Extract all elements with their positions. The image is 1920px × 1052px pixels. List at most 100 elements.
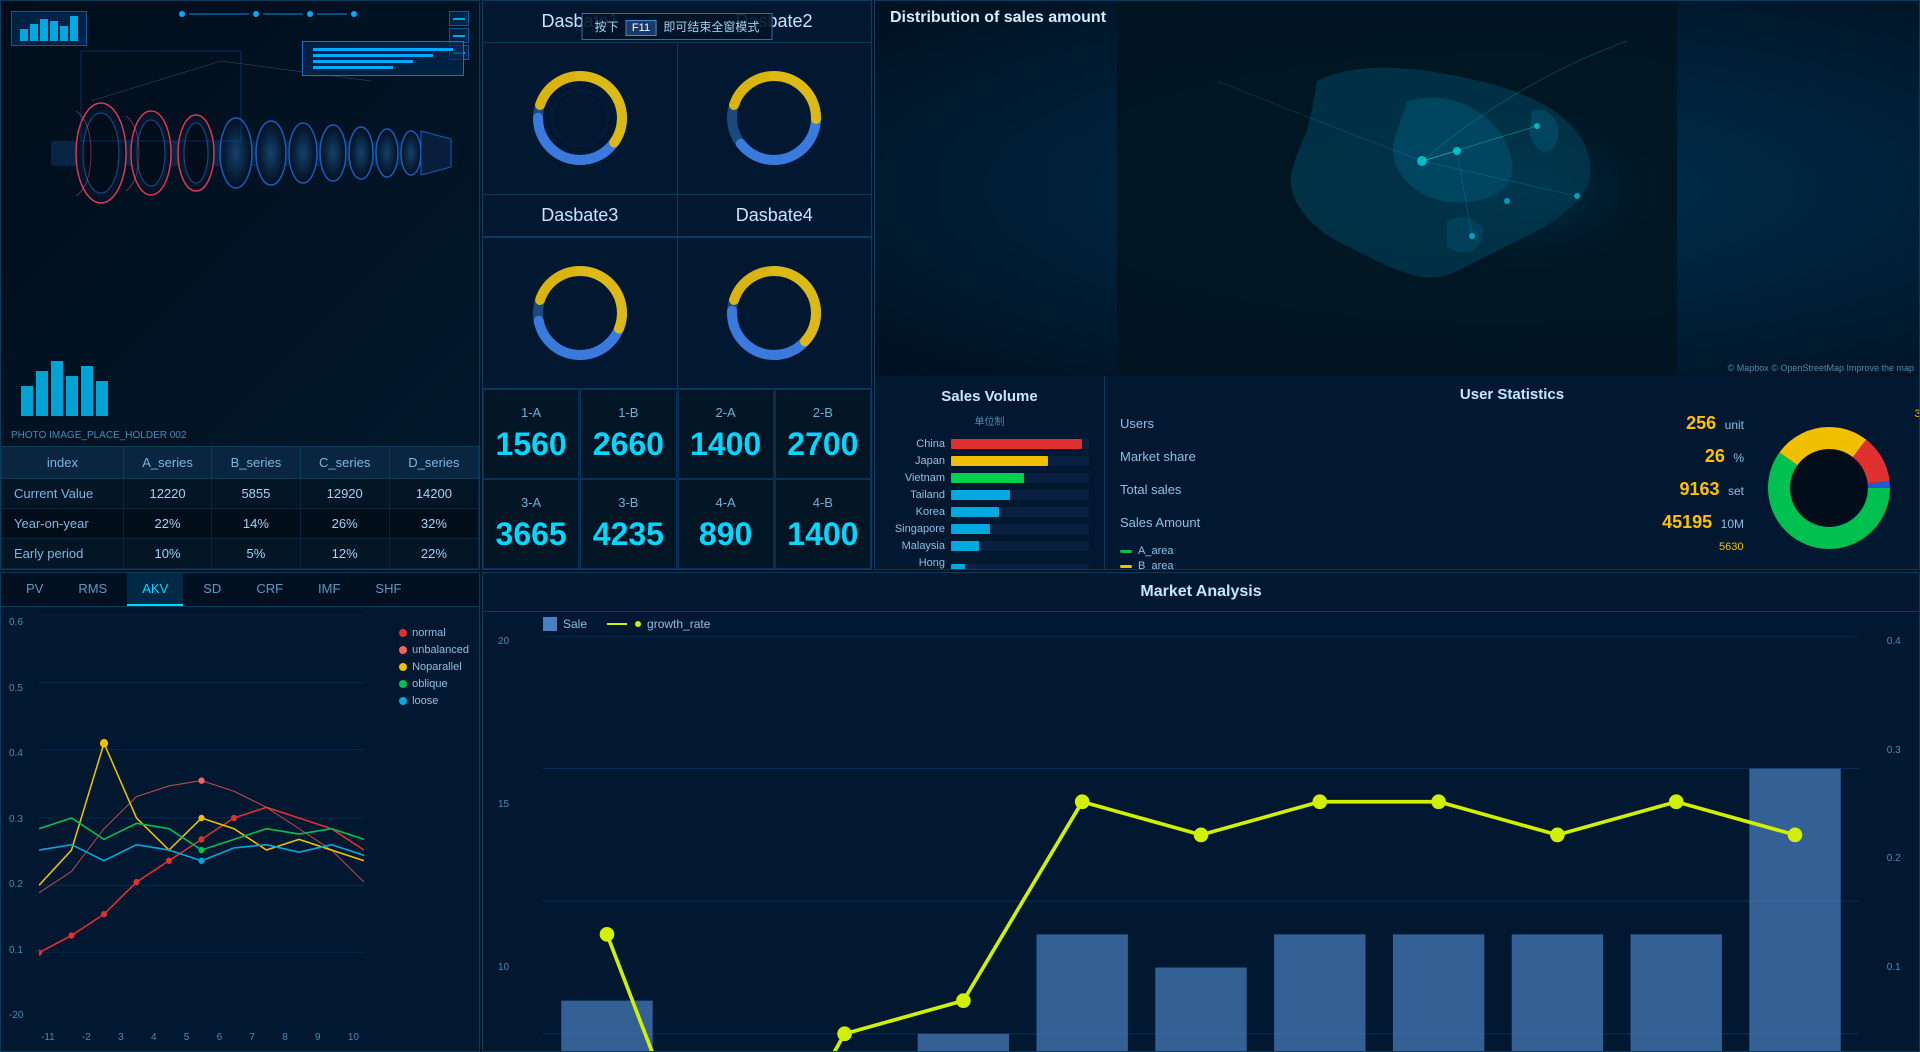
legend-label-sale: Sale (563, 617, 587, 631)
legend-dot-a (1120, 550, 1132, 553)
dot-1 (179, 11, 185, 17)
bar-track-hk (951, 564, 1089, 570)
num-label-6: 4-A (716, 495, 736, 510)
num-label-1: 1-B (618, 405, 638, 420)
mini-bar-3 (51, 361, 63, 416)
market-svg (543, 636, 1859, 1052)
tab-shf[interactable]: SHF (360, 573, 416, 606)
market-analysis-panel: Market Analysis Sale growth_rate 20 15 1… (482, 572, 1920, 1052)
legend-line-growth (607, 623, 627, 625)
donut-label-5630: 5630 (1719, 541, 1743, 553)
gauge-cell-1 (483, 43, 678, 194)
tip-suffix: 即可结束全窗模式 (663, 20, 759, 34)
country-row-china: China (890, 438, 1089, 450)
tab-imf[interactable]: IMF (303, 573, 355, 606)
country-japan: Japan (890, 455, 945, 467)
bar-track-japan (951, 456, 1089, 466)
y-right-0.3: 0.3 (1887, 745, 1904, 756)
num-value-3: 2700 (787, 426, 858, 463)
y-0.2: 0.2 (9, 879, 23, 890)
chart-legend: normal unbalanced Noparallel oblique loo… (399, 627, 469, 707)
x-3: 3 (118, 1032, 124, 1043)
mini-bar-5 (81, 366, 93, 416)
legend-dot-b (1120, 565, 1132, 568)
x-10: 10 (348, 1032, 359, 1043)
legend-item-b: B_area (1120, 560, 1744, 570)
legend-dot-unbalanced (399, 646, 407, 654)
y-right-0.4: 0.4 (1887, 636, 1904, 647)
stat-value-sales: 9163 (1679, 479, 1719, 499)
legend-label-unbalanced: unbalanced (412, 644, 469, 656)
legend-box-sale (543, 617, 557, 631)
tab-bar: PV RMS AKV SD CRF IMF SHF (1, 573, 479, 607)
legend-dot-noparallel (399, 663, 407, 671)
donut-svg (1754, 413, 1904, 563)
x-6: 6 (217, 1032, 223, 1043)
y-0.1: 0.1 (9, 945, 23, 956)
stats-list: Users 256 unit Market share 26 % (1120, 413, 1744, 570)
sales-volume-title: Sales Volume (890, 388, 1089, 405)
mini-bar-4 (66, 376, 78, 416)
row1-b: 5855 (212, 479, 300, 509)
country-row-malaysia: Malaysia (890, 540, 1089, 552)
bar-fill-china (951, 439, 1082, 449)
tab-rms[interactable]: RMS (63, 573, 122, 606)
dashbate3-title: Dasbate3 (483, 195, 678, 237)
mini-bar-6 (96, 381, 108, 416)
y-0.5: 0.5 (9, 683, 23, 694)
legend-label-noparallel: Noparallel (412, 661, 462, 673)
country-bar-chart: China Japan Vietnam (890, 438, 1089, 570)
tab-pv[interactable]: PV (11, 573, 58, 606)
row1-d: 14200 (389, 479, 478, 509)
right-bottom-panels: Sales Volume 单位制 China Japan (875, 376, 1919, 570)
market-title: Market Analysis (483, 573, 1919, 612)
market-y-left: 20 15 10 5 0 (498, 636, 509, 1052)
x-axis: -11 -2 3 4 5 6 7 8 9 10 (41, 1032, 359, 1043)
row2-b: 14% (212, 509, 300, 539)
num-label-0: 1-A (521, 405, 541, 420)
row1-c: 12920 (300, 479, 389, 509)
mini-bar-chart (21, 356, 108, 416)
line-1 (189, 13, 249, 15)
num-value-5: 4235 (593, 516, 664, 553)
stat-value-users: 256 (1686, 413, 1716, 433)
tip-prefix: 按下 (595, 20, 619, 34)
country-row-singapore: Singapore (890, 523, 1089, 535)
hud-line-1 (313, 48, 453, 51)
photo-label: PHOTO IMAGE_PLACE_HOLDER 002 (11, 430, 186, 441)
bar-track-korea (951, 507, 1089, 517)
num-value-2: 1400 (690, 426, 761, 463)
stat-value-group-users: 256 unit (1686, 413, 1744, 434)
row1-a: 12220 (123, 479, 211, 509)
country-row-tailand: Tailand (890, 489, 1089, 501)
y-right-0.2: 0.2 (1887, 853, 1904, 864)
y-left-20: 20 (498, 636, 509, 647)
legend-dot-loose (399, 697, 407, 705)
legend-label-loose: loose (412, 695, 438, 707)
dot-2 (253, 11, 259, 17)
mini-bar-2 (36, 371, 48, 416)
tab-akv[interactable]: AKV (127, 573, 183, 606)
tab-sd[interactable]: SD (188, 573, 236, 606)
market-legend: Sale growth_rate (543, 617, 1919, 631)
stat-label-market: Market share (1120, 449, 1196, 464)
wave-chart-area: 0.6 0.5 0.4 0.3 0.2 0.1 -20 (1, 607, 479, 1051)
x-11: -11 (41, 1032, 55, 1043)
f11-key: F11 (626, 20, 656, 36)
y-0.4: 0.4 (9, 748, 23, 759)
user-stats-content: Users 256 unit Market share 26 % (1120, 413, 1904, 570)
bar-fill-malaysia (951, 541, 979, 551)
legend-dot-normal (399, 629, 407, 637)
stat-value-group-market: 26 % (1705, 446, 1744, 467)
x-2: -2 (82, 1032, 91, 1043)
donut-label-3725: 3725 (1915, 408, 1920, 420)
numbers-grid-top: 1-A 1560 1-B 2660 2-A 1400 2-B 2700 (483, 389, 871, 479)
data-table-container: index A_series B_series C_series D_serie… (1, 446, 479, 569)
country-row-vietnam: Vietnam (890, 472, 1089, 484)
tab-crf[interactable]: CRF (241, 573, 298, 606)
sales-volume-panel: Sales Volume 单位制 China Japan (875, 376, 1105, 570)
user-stats-title: User Statistics (1120, 386, 1904, 403)
col-header-d: D_series (389, 447, 478, 479)
bar-fill-singapore (951, 524, 990, 534)
gauge-2 (719, 63, 829, 173)
